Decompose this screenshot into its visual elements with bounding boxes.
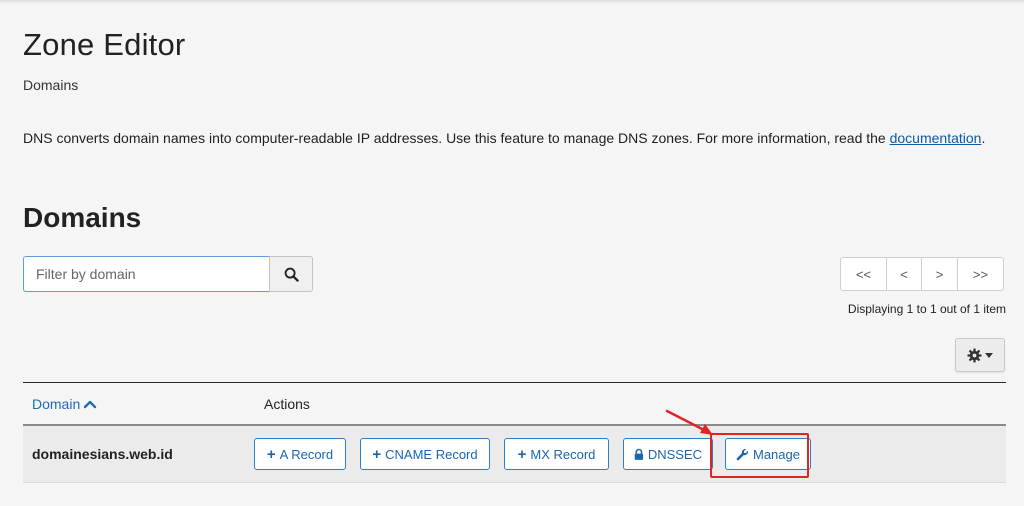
search-icon — [284, 267, 299, 282]
add-mx-record-button[interactable]: + MX Record — [504, 438, 609, 470]
actions-column-header: Actions — [264, 395, 310, 412]
gear-icon — [967, 347, 982, 363]
pagination: << < > >> — [840, 257, 1004, 291]
dnssec-button[interactable]: DNSSEC — [623, 438, 713, 470]
domain-column-header[interactable]: Domain — [23, 396, 264, 412]
table-header: Domain Actions — [23, 382, 1006, 426]
chevron-up-icon — [84, 400, 97, 408]
domain-column-label: Domain — [32, 395, 81, 412]
description-suffix: . — [981, 130, 986, 146]
mx-record-label: MX Record — [530, 446, 596, 462]
domains-table: Domain Actions domainesians.web.id + A R… — [23, 382, 1006, 483]
documentation-link[interactable]: documentation — [890, 130, 982, 146]
chevron-down-icon — [985, 352, 993, 358]
description-text: DNS converts domain names into computer-… — [23, 130, 890, 146]
lock-icon — [634, 448, 644, 460]
table-row: domainesians.web.id + A Record + CNAME R… — [23, 426, 1006, 483]
last-page-button[interactable]: >> — [957, 257, 1004, 291]
settings-dropdown-button[interactable] — [955, 338, 1005, 372]
plus-icon: + — [266, 445, 276, 463]
breadcrumb: Domains — [23, 77, 79, 93]
prev-page-button[interactable]: < — [886, 257, 922, 291]
plus-icon: + — [517, 445, 527, 463]
a-record-label: A Record — [279, 446, 334, 462]
add-cname-record-button[interactable]: + CNAME Record — [360, 438, 490, 470]
add-a-record-button[interactable]: + A Record — [254, 438, 346, 470]
plus-icon: + — [372, 445, 382, 463]
top-shadow — [0, 0, 1024, 4]
page-description: DNS converts domain names into computer-… — [23, 127, 1003, 149]
page-title: Zone Editor — [23, 27, 186, 62]
next-page-button[interactable]: > — [921, 257, 958, 291]
filter-group — [23, 256, 313, 292]
first-page-button[interactable]: << — [840, 257, 887, 291]
dnssec-label: DNSSEC — [647, 446, 702, 462]
search-button[interactable] — [269, 256, 313, 292]
display-count: Displaying 1 to 1 out of 1 item — [847, 302, 1006, 316]
manage-highlight-box — [710, 433, 809, 478]
section-heading: Domains — [23, 202, 142, 233]
filter-input[interactable] — [23, 256, 269, 292]
cname-record-label: CNAME Record — [385, 446, 478, 462]
domain-cell: domainesians.web.id — [32, 446, 173, 462]
zone-editor-page: Zone Editor Domains DNS converts domain … — [0, 0, 1024, 506]
